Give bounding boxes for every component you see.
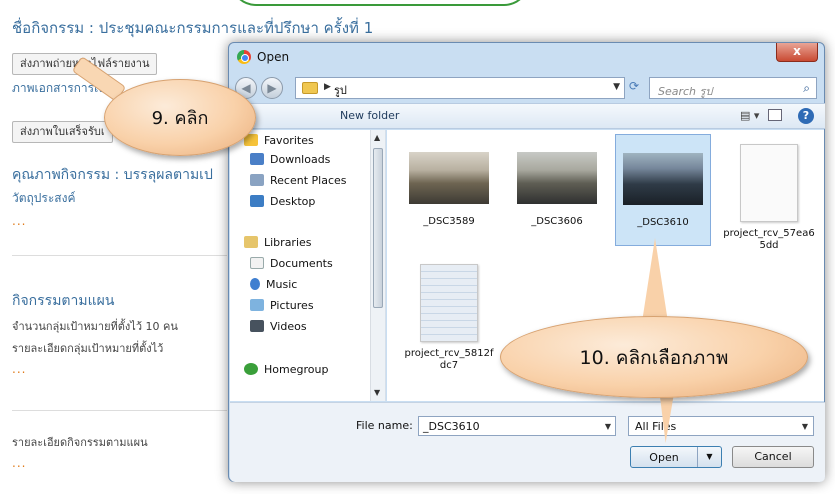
navigation-row: ◀ ▶ ▶ รูป ▼ ⟳ Search รูป ⌕: [235, 75, 818, 99]
file-item[interactable]: project_rcv_57ea65dd: [721, 134, 817, 254]
open-button-label: Open: [649, 451, 679, 464]
file-name: project_rcv_5812fdc7: [404, 348, 494, 371]
photo-thumbnail: [517, 152, 597, 204]
activity-title: ชื่อกิจกรรม : ประชุมคณะกรรมการและที่ปรึก…: [12, 19, 374, 37]
chevron-down-icon[interactable]: ▼: [605, 422, 611, 431]
desktop-icon: [250, 195, 264, 207]
planned-heading: กิจกรรมตามแผน: [12, 293, 115, 309]
music-icon: [250, 278, 260, 290]
file-type-select[interactable]: All Files ▼: [628, 416, 814, 436]
new-folder-button[interactable]: New folder: [340, 109, 399, 122]
libraries-icon: [244, 236, 258, 248]
homegroup-icon: [244, 363, 258, 375]
file-item-selected[interactable]: _DSC3610: [615, 134, 711, 246]
help-icon[interactable]: ?: [798, 108, 814, 124]
page-top-bar: [0, 0, 835, 6]
scroll-up-icon[interactable]: ▲: [374, 133, 380, 142]
plan-detail-more[interactable]: ...: [12, 456, 26, 470]
file-item[interactable]: _DSC3589: [401, 134, 497, 254]
target-detail: รายละเอียดกลุ่มเป้าหมายที่ตั้งไว้: [12, 342, 164, 355]
file-name-label: File name:: [356, 419, 413, 432]
videos-icon: [250, 320, 264, 332]
target-detail-more[interactable]: ...: [12, 362, 26, 376]
divider: [12, 255, 227, 256]
refresh-icon[interactable]: ⟳: [629, 79, 639, 93]
navigation-pane: Favorites Downloads Recent Places Deskto…: [230, 130, 386, 401]
document-thumbnail: [420, 264, 478, 342]
file-name-field[interactable]: _DSC3610 ▼: [418, 416, 616, 436]
open-button[interactable]: Open ▼: [630, 446, 722, 468]
downloads-icon: [250, 153, 264, 165]
folder-icon: [302, 82, 318, 94]
file-item[interactable]: project_rcv_5812fdc7: [401, 254, 497, 374]
nav-scrollbar[interactable]: ▲ ▼: [370, 130, 385, 401]
address-bar[interactable]: ▶ รูป ▼: [295, 77, 625, 99]
view-options-icon[interactable]: ▤ ▾: [740, 109, 759, 122]
scroll-thumb[interactable]: [373, 148, 383, 308]
divider: [12, 410, 227, 411]
file-name: _DSC3589: [423, 216, 475, 227]
page-top-arc: [230, 0, 530, 6]
search-input[interactable]: Search รูป ⌕: [649, 77, 817, 99]
nav-recent-places[interactable]: Recent Places: [250, 174, 347, 187]
chevron-down-icon[interactable]: ▼: [802, 422, 808, 431]
scroll-down-icon[interactable]: ▼: [374, 388, 380, 397]
file-name: _DSC3606: [531, 216, 583, 227]
preview-pane-icon[interactable]: [768, 109, 782, 121]
dialog-toolbar: New folder ▤ ▾ ?: [230, 103, 825, 129]
callout-step-9: 9. คลิก: [104, 79, 256, 156]
dialog-title: Open: [257, 50, 290, 64]
nav-documents[interactable]: Documents: [250, 257, 333, 270]
dialog-titlebar[interactable]: Open x: [229, 43, 824, 71]
search-icon[interactable]: ⌕: [803, 81, 810, 96]
callout-step-10: 10. คลิกเลือกภาพ: [500, 316, 808, 398]
open-options-icon[interactable]: ▼: [697, 447, 721, 467]
breadcrumb-arrow-icon[interactable]: ▶: [324, 82, 331, 92]
pictures-icon: [250, 299, 264, 311]
photo-thumbnail: [623, 153, 703, 205]
nav-videos[interactable]: Videos: [250, 320, 307, 333]
dialog-bottom-bar: File name: _DSC3610 ▼ All Files ▼ Open ▼…: [230, 402, 825, 482]
address-path[interactable]: รูป: [334, 81, 347, 99]
nav-homegroup[interactable]: Homegroup: [244, 363, 328, 376]
close-button[interactable]: x: [776, 43, 818, 62]
nav-music[interactable]: Music: [250, 278, 297, 291]
file-name: project_rcv_57ea65dd: [723, 228, 815, 251]
recent-places-icon: [250, 174, 264, 186]
cancel-button[interactable]: Cancel: [732, 446, 814, 468]
nav-desktop[interactable]: Desktop: [250, 195, 315, 208]
nav-pictures[interactable]: Pictures: [250, 299, 314, 312]
open-file-dialog: Open x ◀ ▶ ▶ รูป ▼ ⟳ Search รูป ⌕ New fo…: [228, 42, 825, 482]
address-dropdown-icon[interactable]: ▼: [613, 82, 620, 92]
file-type-value: All Files: [635, 420, 677, 433]
upload-receipt-button[interactable]: ส่งภาพใบเสร็จรับเ: [12, 121, 113, 143]
forward-icon[interactable]: ▶: [261, 77, 283, 99]
objectives-more[interactable]: ...: [12, 214, 26, 228]
file-name-value: _DSC3610: [423, 420, 480, 433]
search-placeholder: Search รูป: [658, 85, 713, 98]
file-item[interactable]: _DSC3606: [509, 134, 605, 254]
nav-favorites[interactable]: Favorites: [244, 134, 314, 147]
quality-heading: คุณภาพกิจกรรม : บรรลุผลตามเป: [12, 167, 213, 183]
document-thumbnail: [740, 144, 798, 222]
nav-libraries[interactable]: Libraries: [244, 236, 312, 249]
photo-thumbnail: [409, 152, 489, 204]
documents-icon: [250, 257, 264, 269]
chrome-icon: [237, 50, 251, 64]
file-name: _DSC3610: [637, 217, 689, 228]
nav-downloads[interactable]: Downloads: [250, 153, 330, 166]
plan-detail: รายละเอียดกิจกรรมตามแผน: [12, 436, 148, 449]
target-count: จำนวนกลุ่มเป้าหมายที่ตั้งไว้ 10 คน: [12, 320, 178, 333]
objectives-label: วัตถุประสงค์: [12, 191, 76, 205]
